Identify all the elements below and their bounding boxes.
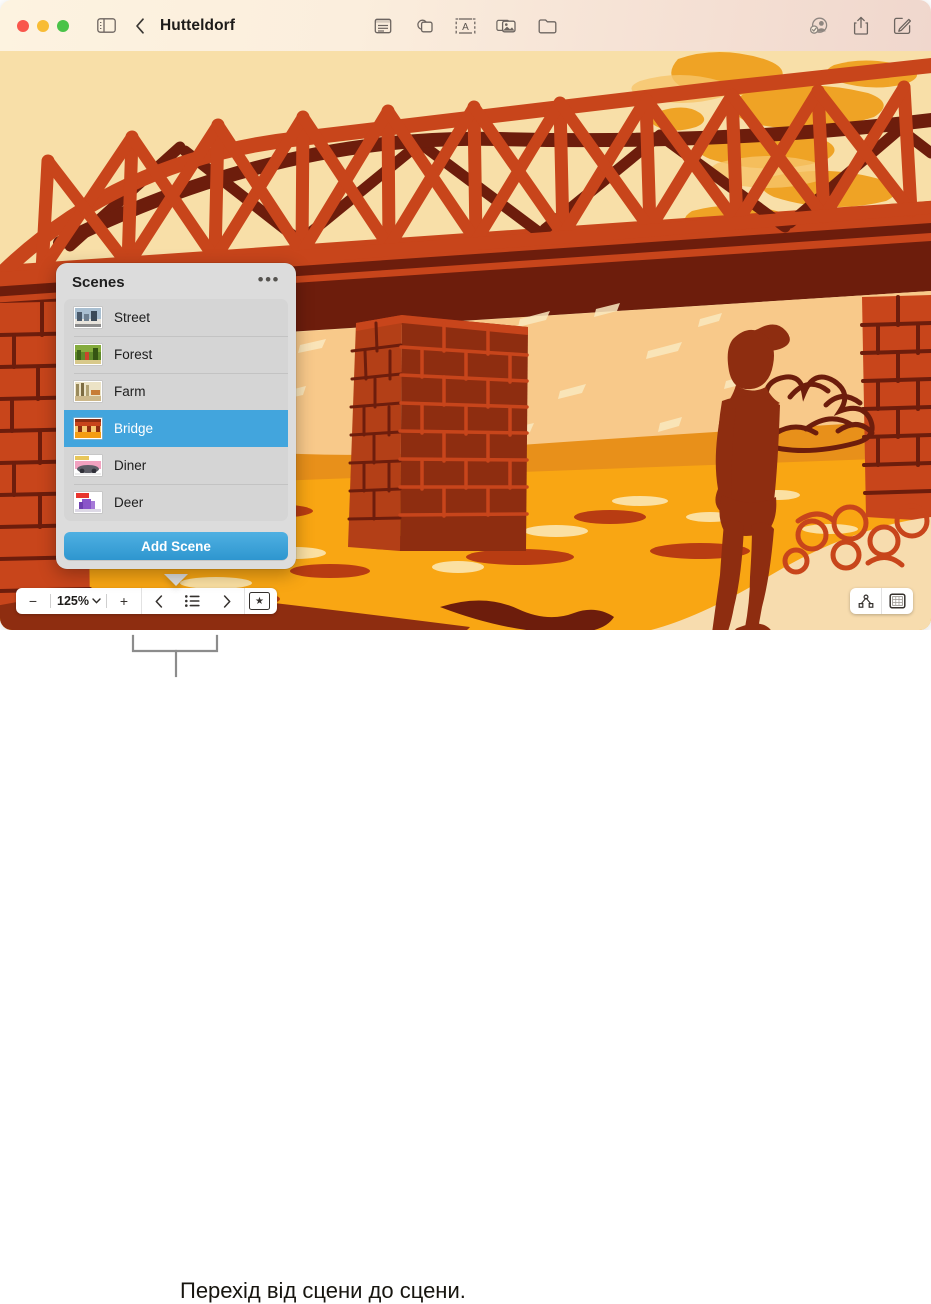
toolbar-center-group: A xyxy=(368,12,562,40)
add-scene-button[interactable]: Add Scene xyxy=(64,532,288,560)
scene-thumbnail-bridge xyxy=(74,418,102,439)
scene-label: Forest xyxy=(114,347,152,362)
scenes-popover: Scenes ••• Street xyxy=(56,263,296,569)
document-title: Hutteldorf xyxy=(160,17,235,35)
next-scene-button[interactable] xyxy=(210,588,244,614)
media-icon[interactable] xyxy=(491,12,521,40)
text-box-icon[interactable]: A xyxy=(450,12,480,40)
scene-list-item-street[interactable]: Street xyxy=(64,299,288,336)
zoom-controls: − 125% + xyxy=(16,588,141,614)
callout-bracket xyxy=(0,630,931,694)
app-window: Scenes ••• Street xyxy=(0,0,931,630)
scene-thumbnail-diner xyxy=(74,455,102,476)
scene-thumbnail-street xyxy=(74,307,102,328)
toolbar-right-group xyxy=(805,12,917,40)
scenes-popover-title: Scenes xyxy=(72,274,125,291)
svg-text:A: A xyxy=(462,22,469,33)
scene-list-item-diner[interactable]: Diner xyxy=(64,447,288,484)
share-icon[interactable] xyxy=(846,12,876,40)
chevron-down-icon[interactable] xyxy=(92,596,106,606)
scene-thumbnail-deer xyxy=(74,492,102,513)
scene-label: Farm xyxy=(114,384,146,399)
scene-nav-controls xyxy=(142,588,244,614)
organize-button[interactable] xyxy=(850,588,881,614)
collaborate-icon[interactable] xyxy=(805,12,835,40)
bottom-right-toolbar xyxy=(850,588,913,614)
window-titlebar: Hutteldorf xyxy=(0,0,931,51)
close-button[interactable] xyxy=(17,20,29,32)
folder-icon[interactable] xyxy=(532,12,562,40)
scene-list-item-farm[interactable]: Farm xyxy=(64,373,288,410)
bottom-left-toolbar: − 125% + xyxy=(16,588,277,614)
traffic-lights xyxy=(17,20,69,32)
more-options-icon[interactable]: ••• xyxy=(250,272,282,292)
scenes-popover-header: Scenes ••• xyxy=(56,263,296,299)
scene-list-item-forest[interactable]: Forest xyxy=(64,336,288,373)
divider xyxy=(244,588,245,614)
zoom-button[interactable] xyxy=(57,20,69,32)
scene-label: Deer xyxy=(114,495,143,510)
scene-label: Diner xyxy=(114,458,146,473)
scene-label: Street xyxy=(114,310,150,325)
back-button[interactable] xyxy=(125,12,155,40)
favorite-button[interactable]: ★ xyxy=(249,592,270,610)
scene-list-item-deer[interactable]: Deer xyxy=(64,484,288,521)
callout-area: Перехід від сцени до сцени. xyxy=(0,630,931,694)
callout-caption: Перехід від сцени до сцени. xyxy=(180,1278,466,1304)
minimize-button[interactable] xyxy=(37,20,49,32)
previous-scene-button[interactable] xyxy=(142,588,176,614)
document-icon[interactable] xyxy=(368,12,398,40)
compose-icon[interactable] xyxy=(887,12,917,40)
popover-arrow xyxy=(164,574,188,586)
scene-thumbnail-farm xyxy=(74,381,102,402)
sidebar-toggle-icon[interactable] xyxy=(91,12,121,40)
scene-list-button[interactable] xyxy=(176,588,210,614)
layout-button[interactable] xyxy=(882,588,913,614)
scene-thumbnail-forest xyxy=(74,344,102,365)
zoom-in-button[interactable]: + xyxy=(107,588,141,614)
zoom-level-value[interactable]: 125% xyxy=(51,594,92,608)
scene-label: Bridge xyxy=(114,421,153,436)
zoom-out-button[interactable]: − xyxy=(16,588,50,614)
scene-list-item-bridge[interactable]: Bridge xyxy=(64,410,288,447)
scenes-list: Street Forest xyxy=(64,299,288,521)
shapes-icon[interactable] xyxy=(409,12,439,40)
